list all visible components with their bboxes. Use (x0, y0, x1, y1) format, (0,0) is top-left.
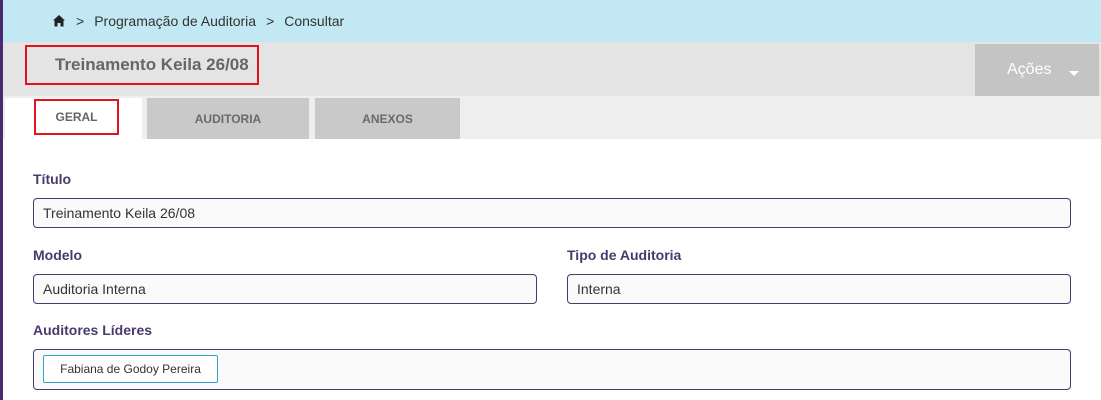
auditores-lideres-field[interactable]: Fabiana de Godoy Pereira (33, 349, 1071, 390)
tipo-auditoria-label: Tipo de Auditoria (567, 247, 682, 263)
tipo-auditoria-field[interactable]: Interna (567, 274, 1071, 304)
tab-geral-label: GERAL (55, 110, 98, 124)
titulo-label: Título (33, 171, 72, 187)
titulo-value: Treinamento Keila 26/08 (43, 205, 196, 221)
tab-geral[interactable]: GERAL (5, 98, 142, 139)
modelo-label: Modelo (33, 247, 82, 263)
auditor-chip-label: Fabiana de Godoy Pereira (60, 362, 201, 376)
tab-auditoria-label: AUDITORIA (194, 111, 262, 126)
breadcrumb: > Programação de Auditoria > Consultar (3, 0, 1101, 42)
home-icon[interactable] (52, 14, 66, 28)
title-bar: Treinamento Keila 26/08 Ações (3, 42, 1101, 96)
page-title: Treinamento Keila 26/08 (55, 55, 249, 74)
modelo-value: Auditoria Interna (43, 281, 146, 297)
page-title-highlight: Treinamento Keila 26/08 (25, 45, 259, 85)
breadcrumb-separator: > (266, 13, 275, 29)
titulo-field[interactable]: Treinamento Keila 26/08 (33, 198, 1071, 228)
breadcrumb-item-consultar: Consultar (284, 13, 345, 29)
tab-auditoria[interactable]: AUDITORIA (147, 98, 309, 139)
auditor-chip[interactable]: Fabiana de Godoy Pereira (43, 355, 218, 383)
chevron-down-icon (1069, 70, 1080, 76)
tab-anexos-label: ANEXOS (362, 111, 413, 126)
modelo-field[interactable]: Auditoria Interna (33, 274, 537, 304)
tab-anexos[interactable]: ANEXOS (315, 98, 460, 139)
auditores-lideres-label: Auditores Líderes (33, 322, 153, 338)
breadcrumb-separator: > (76, 13, 85, 29)
actions-button-label: Ações (1007, 61, 1052, 78)
breadcrumb-item-programacao[interactable]: Programação de Auditoria (94, 13, 256, 29)
actions-button[interactable]: Ações (975, 44, 1099, 96)
tipo-auditoria-value: Interna (577, 281, 621, 297)
tabs-bar: GERAL AUDITORIA ANEXOS (3, 96, 1101, 139)
tab-geral-highlight: GERAL (34, 99, 119, 135)
